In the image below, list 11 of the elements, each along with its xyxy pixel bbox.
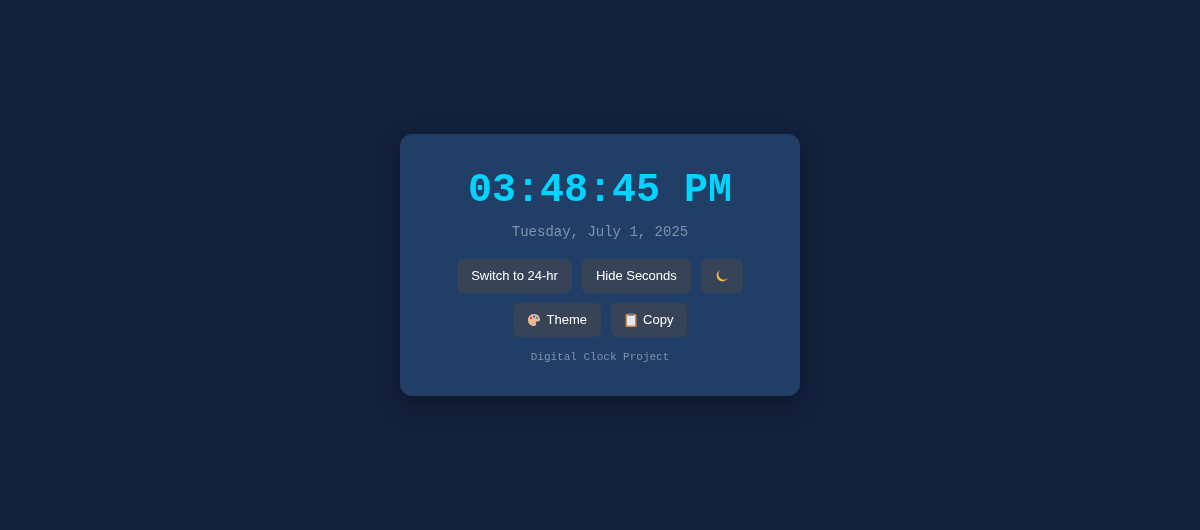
action-button[interactable]: Hide Seconds [581, 259, 691, 293]
crescent-moon-icon [714, 269, 729, 283]
icon-button[interactable] [700, 259, 743, 293]
clock-date: Tuesday, July 1, 2025 [511, 223, 689, 242]
action-button[interactable]: Copy [611, 303, 688, 337]
action-button[interactable]: Switch to 24-hr [457, 259, 572, 293]
footer-text: Digital Clock Project [530, 350, 670, 365]
clock-time: 03:48:45 PM [467, 168, 732, 214]
action-button[interactable]: Theme [512, 303, 602, 337]
palette-icon [526, 313, 541, 327]
clipboard-icon [625, 313, 638, 327]
